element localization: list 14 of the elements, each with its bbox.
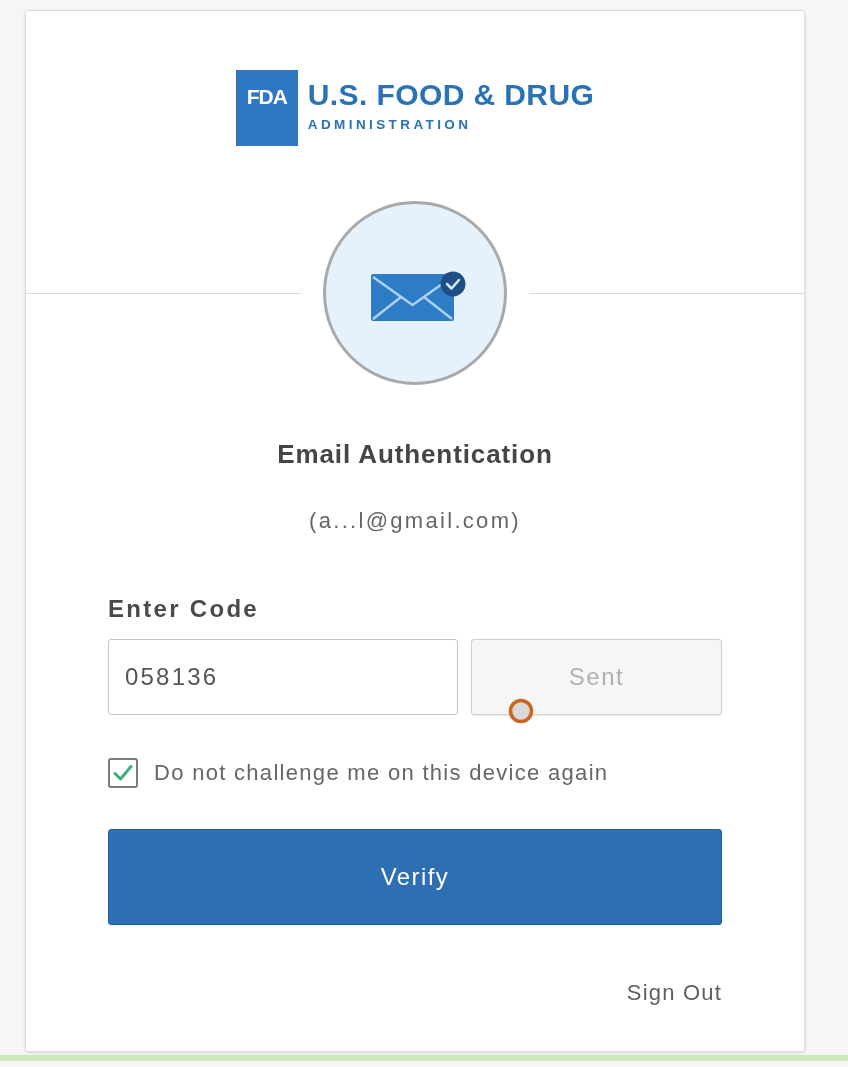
code-input-field[interactable]: 058136: [108, 639, 458, 715]
page-heading: Email Authentication: [277, 439, 553, 470]
envelope-check-icon: [370, 271, 466, 321]
code-label: Enter Code: [108, 594, 259, 623]
remember-checkbox[interactable]: [108, 758, 138, 788]
verify-button[interactable]: Verify: [108, 829, 722, 925]
email-address: (a...l@gmail.com): [309, 508, 521, 534]
cursor-ring-icon: [508, 698, 534, 724]
sign-out-link[interactable]: Sign Out: [626, 979, 722, 1007]
logo-subtitle: ADMINISTRATION: [307, 117, 472, 133]
checkmark-icon: [113, 764, 133, 782]
logo-title: U.S. FOOD & DRUG: [307, 79, 595, 111]
logo-badge: FDA: [235, 70, 298, 146]
remember-label: Do not challenge me on this device again: [154, 759, 609, 787]
